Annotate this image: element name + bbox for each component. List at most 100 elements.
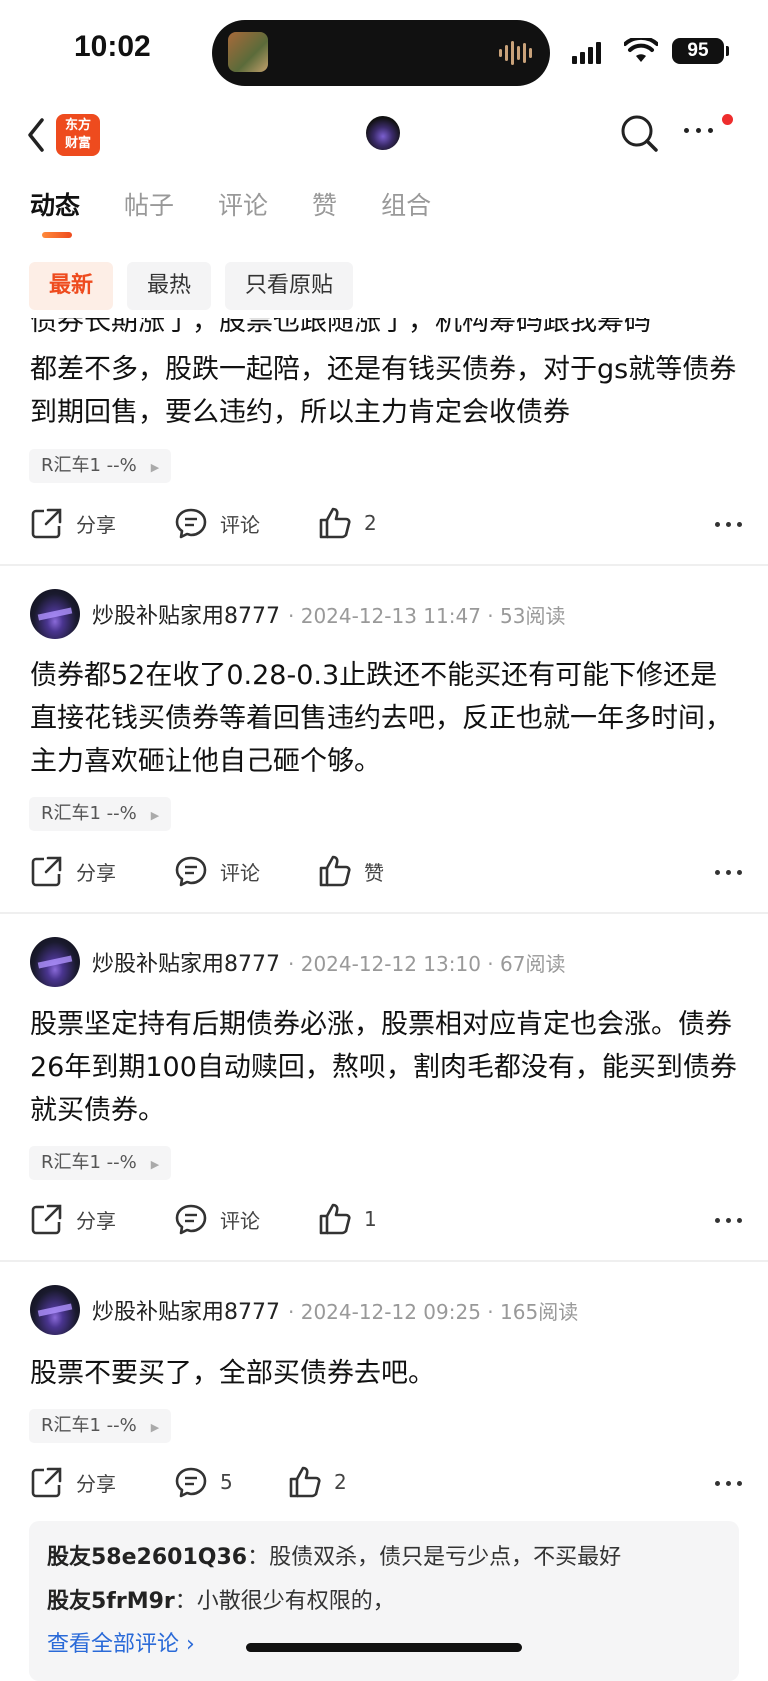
- comment-separator: ：: [247, 1545, 270, 1570]
- cellular-signal-icon: [572, 40, 601, 64]
- home-indicator[interactable]: [246, 1643, 522, 1652]
- comment-button[interactable]: 评论: [174, 854, 260, 888]
- like-count: 1: [364, 1207, 377, 1231]
- thumbs-up-icon: [289, 1466, 321, 1498]
- divider: [0, 1260, 768, 1262]
- filter-latest[interactable]: 最新: [29, 262, 114, 310]
- tab-likes[interactable]: 赞: [312, 186, 337, 236]
- author-avatar[interactable]: [30, 589, 80, 639]
- comment-button[interactable]: 评论: [174, 506, 260, 540]
- post-content[interactable]: 都差不多，股跌一起陪，还是有钱买债券，对于gs就等债券到期回售，要么违约，所以主…: [30, 348, 742, 434]
- comment-user[interactable]: 股友5frM9r: [47, 1589, 175, 1614]
- post-actions: 分享 评论 赞: [30, 854, 742, 894]
- filter-hottest[interactable]: 最热: [127, 262, 212, 310]
- thumbs-up-icon: [319, 855, 351, 887]
- author-name[interactable]: 炒股补贴家用8777: [92, 946, 280, 978]
- post-more-icon[interactable]: [715, 870, 742, 875]
- author-avatar[interactable]: [30, 937, 80, 987]
- post-more-icon[interactable]: [715, 522, 742, 527]
- post-content[interactable]: 股票不要买了，全部买债券去吧。: [30, 1352, 742, 1395]
- share-icon: [31, 508, 62, 539]
- battery-indicator: 95: [672, 38, 724, 64]
- share-button[interactable]: 分享: [30, 1465, 116, 1499]
- share-icon: [31, 1204, 62, 1235]
- search-icon[interactable]: [618, 112, 662, 156]
- nav-bar: 东方 财富: [0, 100, 768, 172]
- filter-chips: 最新 最热 只看原贴: [29, 262, 354, 310]
- more-menu-icon[interactable]: [684, 128, 713, 133]
- thumbs-up-icon: [319, 507, 351, 539]
- divider: [0, 564, 768, 566]
- stock-tag[interactable]: R汇车1 --% ▶: [29, 1146, 172, 1180]
- now-playing-artwork: [228, 32, 268, 72]
- comment-item[interactable]: 股友58e2601Q36：股债双杀，债只是亏少点，不买最好: [47, 1539, 621, 1571]
- tab-activity[interactable]: 动态: [30, 186, 80, 236]
- play-triangle-icon: ▶: [150, 1421, 160, 1434]
- play-triangle-icon: ▶: [150, 461, 160, 474]
- logo-line-2: 财富: [64, 136, 91, 151]
- post-datetime: 2024-12-12 13:10: [300, 951, 481, 976]
- like-button[interactable]: 2: [288, 1465, 347, 1499]
- post-author[interactable]: 炒股补贴家用8777 · 2024-12-12 13:10 · 67阅读: [30, 937, 565, 987]
- user-avatar[interactable]: [366, 116, 400, 150]
- tab-portfolio[interactable]: 组合: [381, 186, 431, 236]
- like-count: 2: [364, 511, 377, 535]
- comments-preview[interactable]: 股友58e2601Q36：股债双杀，债只是亏少点，不买最好 股友5frM9r：小…: [29, 1521, 739, 1681]
- thumbs-up-icon: [319, 1203, 351, 1235]
- view-all-comments-link[interactable]: 查看全部评论 ›: [47, 1626, 195, 1658]
- post-content[interactable]: 股票坚定持有后期债券必涨，股票相对应肯定也会涨。债券26年到期100自动赎回，熬…: [30, 1003, 742, 1132]
- app-logo[interactable]: 东方 财富: [56, 114, 100, 156]
- post-more-icon[interactable]: [715, 1481, 742, 1486]
- post-datetime: 2024-12-12 09:25: [300, 1299, 481, 1324]
- comment-icon: [175, 856, 207, 887]
- dynamic-island[interactable]: [212, 20, 550, 86]
- post-meta: · 2024-12-13 11:47 · 53阅读: [288, 603, 566, 628]
- comment-button[interactable]: 评论: [174, 1202, 260, 1236]
- tab-posts[interactable]: 帖子: [124, 186, 174, 236]
- like-button[interactable]: 2: [318, 506, 377, 540]
- back-icon[interactable]: [24, 114, 48, 156]
- stock-tag-label: R汇车1 --%: [41, 803, 137, 824]
- author-name[interactable]: 炒股补贴家用8777: [92, 1294, 280, 1326]
- post-author[interactable]: 炒股补贴家用8777 · 2024-12-13 11:47 · 53阅读: [30, 589, 565, 639]
- post-reads: 165阅读: [500, 1299, 579, 1324]
- like-button[interactable]: 1: [318, 1202, 377, 1236]
- logo-line-1: 东方: [64, 118, 91, 133]
- post-content[interactable]: 债券都52在收了0.28-0.3止跌还不能买还有可能下修还是直接花钱买债券等着回…: [30, 654, 742, 783]
- comment-separator: ：: [174, 1589, 197, 1614]
- post-more-icon[interactable]: [715, 1218, 742, 1223]
- filter-original-only[interactable]: 只看原贴: [225, 262, 354, 310]
- post-meta: · 2024-12-12 09:25 · 165阅读: [288, 1299, 579, 1324]
- tab-comments[interactable]: 评论: [218, 186, 268, 236]
- share-button[interactable]: 分享: [30, 1202, 116, 1236]
- share-icon: [31, 1467, 62, 1498]
- stock-tag[interactable]: R汇车1 --% ▶: [29, 797, 172, 831]
- like-button[interactable]: 赞: [318, 854, 384, 888]
- comment-user[interactable]: 股友58e2601Q36: [47, 1545, 247, 1570]
- divider: [0, 912, 768, 914]
- share-button[interactable]: 分享: [30, 854, 116, 888]
- notification-dot: [722, 114, 733, 125]
- stock-tag[interactable]: R汇车1 --% ▶: [29, 1409, 172, 1443]
- share-button[interactable]: 分享: [30, 506, 116, 540]
- comment-text: 小散很少有权限的，: [196, 1589, 395, 1614]
- comment-count: 5: [220, 1470, 233, 1494]
- comment-button[interactable]: 5: [174, 1465, 233, 1499]
- like-count: 2: [334, 1470, 347, 1494]
- stock-tag-label: R汇车1 --%: [41, 455, 137, 476]
- like-label: 赞: [364, 860, 384, 885]
- author-avatar[interactable]: [30, 1285, 80, 1335]
- stock-tag[interactable]: R汇车1 --% ▶: [29, 449, 172, 483]
- stock-tag-label: R汇车1 --%: [41, 1415, 137, 1436]
- author-name[interactable]: 炒股补贴家用8777: [92, 598, 280, 630]
- stock-tag-label: R汇车1 --%: [41, 1152, 137, 1173]
- wifi-icon: [624, 38, 658, 62]
- battery-tip: [726, 46, 729, 56]
- comment-text: 股债双杀，债只是亏少点，不买最好: [269, 1545, 622, 1570]
- post-actions: 分享 5 2: [30, 1465, 742, 1505]
- share-icon: [31, 856, 62, 887]
- comment-label: 评论: [220, 512, 260, 537]
- comment-item[interactable]: 股友5frM9r：小散很少有权限的，: [47, 1583, 395, 1615]
- post-author[interactable]: 炒股补贴家用8777 · 2024-12-12 09:25 · 165阅读: [30, 1285, 578, 1335]
- share-label: 分享: [76, 1471, 116, 1496]
